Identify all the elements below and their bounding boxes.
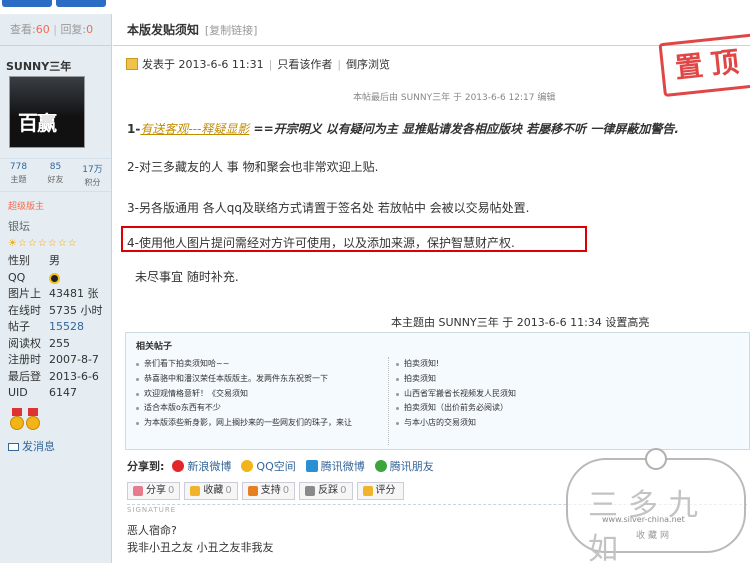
- watermark-url: www.silver-china.net: [602, 515, 685, 524]
- list-item[interactable]: 拍卖须知: [394, 372, 694, 387]
- oppose-button[interactable]: 反踩 0: [299, 482, 353, 500]
- knot-icon: [645, 448, 667, 470]
- related-list-left: 亲们看下拍卖须知哈~~ 恭喜骆中和潘汉荣任本版版主。发两件东东祝贺一下 欢迎观情…: [134, 357, 384, 431]
- avatar-text: 百赢: [18, 111, 57, 135]
- author-level: 银坛: [8, 220, 30, 233]
- list-item[interactable]: 山西省军搬省长视频发人民须知: [394, 387, 694, 402]
- list-item[interactable]: 恭喜骆中和潘汉荣任本版版主。发两件东东祝贺一下: [134, 372, 384, 387]
- rank-stars: ☀☆☆☆☆☆☆: [8, 238, 78, 249]
- related-heading: 相关帖子: [136, 342, 173, 352]
- rule-3: 3-另各版通用 各人qq及联络方式请置于签名处 若放帖中 会被以交易帖处置.: [127, 201, 530, 215]
- reply-count: 0: [86, 23, 94, 36]
- post-title: 本版发贴须知: [127, 23, 200, 37]
- related-divider: [388, 357, 389, 445]
- view-count: 60: [35, 23, 50, 36]
- sun-icon: ☀: [8, 238, 18, 249]
- top-button-left[interactable]: [2, 0, 52, 7]
- qzone-icon: [241, 460, 254, 472]
- qq-icon[interactable]: [49, 272, 60, 284]
- list-item[interactable]: 适合本版o东西有不少: [134, 401, 384, 416]
- profile-row: 注册时 2007-8-7: [8, 353, 99, 366]
- heart-icon: [133, 486, 143, 496]
- stat-points[interactable]: 17万 积分: [74, 159, 111, 191]
- list-item[interactable]: 拍卖须知（出价前务必阅读）: [394, 401, 694, 416]
- send-message-link[interactable]: 发消息: [0, 430, 111, 454]
- post-title-bar: 本版发贴须知 [复制链接]: [113, 14, 750, 46]
- edit-note: 本帖最后由 SUNNY三年 于 2013-6-6 12:17 编辑: [353, 93, 556, 103]
- avatar[interactable]: 百赢: [9, 76, 85, 148]
- profile-row: 在线时 5735 小时: [8, 303, 103, 317]
- share-tencent-friends[interactable]: 腾讯朋友: [374, 458, 434, 474]
- profile-row: 帖子 15528: [8, 320, 84, 333]
- support-button[interactable]: 支持 0: [241, 482, 296, 500]
- author-rank[interactable]: 超级版主: [0, 192, 111, 212]
- signature-label: SIGNATURE: [127, 506, 177, 514]
- rule-1-link[interactable]: 有送客观---释疑显影: [140, 122, 249, 136]
- thumbs-down-icon: [305, 486, 316, 496]
- rule-4: 4-使用他人图片提问需经对方许可使用，以及添加来源，保护智慧财产权.: [127, 236, 515, 250]
- medals: [0, 402, 111, 430]
- author-profile: 性别男 QQ 图片上 43481 张 在线时 5735 小时 帖子 15528 阅读权…: [0, 249, 111, 402]
- profile-row: 性别男: [8, 254, 60, 267]
- favorite-button[interactable]: 收藏 0: [184, 482, 238, 500]
- rule-5: 未尽事宜 随时补充.: [135, 270, 239, 284]
- thumbs-up-icon: [247, 486, 258, 496]
- share-label: 分享到:: [127, 460, 165, 473]
- signature-line-1: 恶人宿命?: [127, 524, 177, 537]
- share-weibo[interactable]: 新浪微博: [172, 458, 231, 474]
- author-name[interactable]: SUNNY三年: [0, 46, 111, 76]
- list-item[interactable]: 拍卖须知!: [394, 357, 694, 372]
- post-actions: 分享 0 收藏 0 支持 0 反踩 0 评分: [127, 482, 404, 500]
- list-item[interactable]: 亲们看下拍卖须知哈~~: [134, 357, 384, 372]
- view-reply-counter: 查看:60 | 回复:0: [0, 14, 111, 46]
- related-list-right: 拍卖须知! 拍卖须知 山西省军搬省长视频发人民须知 拍卖须知（出价前务必阅读） …: [394, 357, 694, 431]
- profile-row: 图片上 43481 张: [8, 287, 99, 300]
- share-tencent-weibo[interactable]: 腾讯微博: [305, 458, 365, 474]
- stat-threads[interactable]: 778 主题: [0, 159, 37, 191]
- sticky-stamp: 置顶: [658, 32, 750, 98]
- profile-row: UID 6147: [8, 386, 77, 399]
- medal-icon[interactable]: [10, 407, 24, 430]
- tencent-weibo-icon: [305, 460, 318, 472]
- tencent-friends-icon: [374, 460, 387, 472]
- view-label: 查看:: [10, 23, 36, 36]
- highlight-set-note: 本主题由 SUNNY三年 于 2013-6-6 11:34 设置高亮: [391, 316, 650, 329]
- watermark-subtitle: 收藏网: [636, 531, 673, 541]
- top-strip: [0, 0, 750, 8]
- weibo-icon: [172, 460, 185, 472]
- reply-label: 回复:: [60, 23, 87, 36]
- rule-2: 2-对三多藏友的人 事 物和聚会也非常欢迎上贴.: [127, 160, 379, 174]
- profile-row: QQ: [8, 270, 111, 287]
- star-icon: [190, 486, 201, 496]
- copy-link[interactable]: [复制链接]: [205, 24, 258, 37]
- post-meta: 发表于 2013-6-6 11:31 | 只看该作者 | 倒序浏览: [126, 56, 390, 72]
- rate-button[interactable]: 评分: [356, 482, 404, 500]
- site-watermark: 三多九如 www.silver-china.net 收藏网: [566, 448, 746, 563]
- posted-time: 发表于 2013-6-6 11:31: [142, 58, 264, 71]
- share-qzone[interactable]: QQ空间: [241, 458, 296, 474]
- stat-friends[interactable]: 85 好友: [37, 159, 74, 191]
- signature-line-2: 我非小丑之友 小丑之友非我友: [127, 541, 274, 554]
- related-threads: 相关帖子 亲们看下拍卖须知哈~~ 恭喜骆中和潘汉荣任本版版主。发两件东东祝贺一下…: [125, 332, 750, 450]
- profile-row: 最后登 2013-6-6: [8, 369, 99, 383]
- author-stats: 778 主题 85 好友 17万 积分: [0, 158, 111, 192]
- rule-1: 1-有送客观---释疑显影 ==开宗明义 以有疑问为主 显推贴请发各相应版块 若…: [127, 122, 679, 136]
- list-item[interactable]: 欢迎观情格意轩！《交易须知: [134, 387, 384, 402]
- medal-icon[interactable]: [26, 407, 40, 430]
- reverse-order-link[interactable]: 倒序浏览: [346, 56, 390, 72]
- share-button[interactable]: 分享 0: [127, 482, 181, 500]
- share-bar: 分享到: 新浪微博 QQ空间 腾讯微博 腾讯朋友: [127, 458, 444, 474]
- author-sidebar: 查看:60 | 回复:0 SUNNY三年 百赢 778 主题 85 好友 17万 积分…: [0, 14, 112, 563]
- top-button-right[interactable]: [56, 0, 106, 7]
- list-item[interactable]: 与本小店的交易须知: [394, 416, 694, 431]
- profile-row: 阅读权 255: [8, 336, 70, 350]
- list-item[interactable]: 为本版添些新身影，网上搁抄来的一些网友们的珠子，来让: [134, 416, 384, 431]
- only-author-link[interactable]: 只看该作者: [277, 56, 332, 72]
- post-icon: [126, 58, 138, 70]
- rate-icon: [362, 486, 373, 496]
- envelope-icon: [8, 442, 19, 451]
